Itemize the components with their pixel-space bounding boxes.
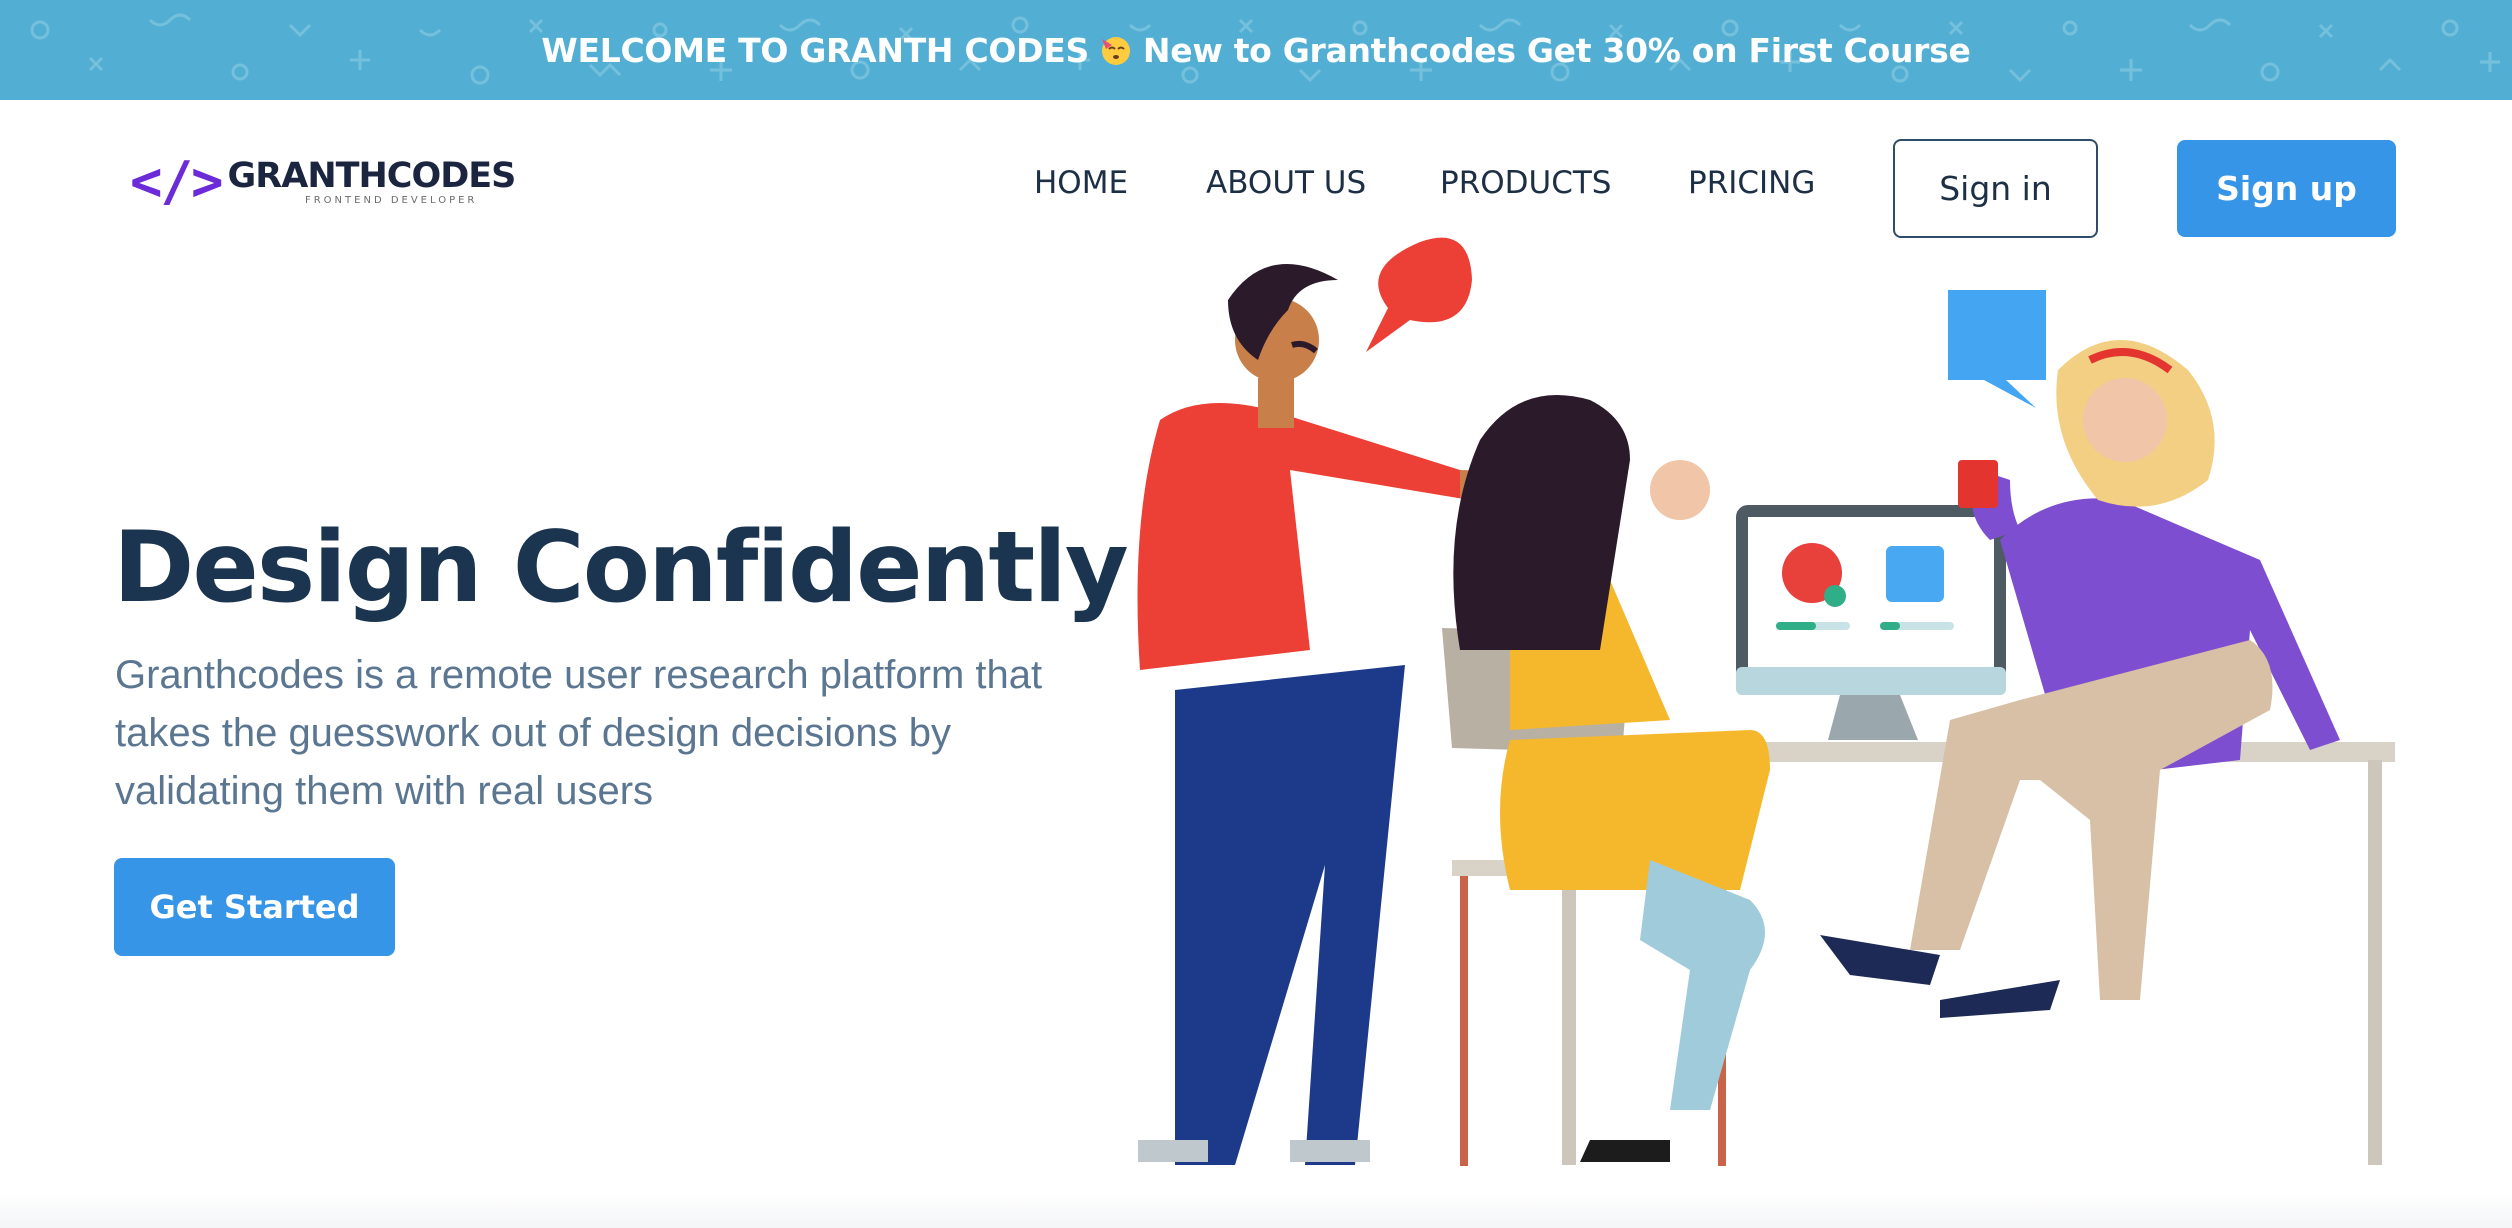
nav-products[interactable]: PRODUCTS bbox=[1440, 165, 1611, 201]
team-collaboration-illustration bbox=[1137, 237, 2395, 1166]
nav-home[interactable]: HOME bbox=[1034, 165, 1128, 201]
brand-logo[interactable]: </> GRANTHCODES FRONTEND DEVELOPER bbox=[130, 150, 516, 213]
monitor bbox=[1736, 505, 2006, 740]
nav-pricing[interactable]: PRICING bbox=[1688, 165, 1815, 201]
logo-tagline: FRONTEND DEVELOPER bbox=[304, 194, 478, 206]
standing-man bbox=[1137, 264, 1498, 1165]
hero-description: Granthcodes is a remote user research pl… bbox=[115, 653, 1043, 813]
logo-text: GRANTHCODES FRONTEND DEVELOPER bbox=[227, 155, 517, 206]
seated-woman bbox=[1442, 395, 1770, 1166]
announcement-text: WELCOME TO GRANTH CODES New to Granthcod… bbox=[541, 31, 1970, 70]
announcement-bar: WELCOME TO GRANTH CODES New to Granthcod… bbox=[0, 0, 2512, 100]
code-brackets-icon: </> bbox=[130, 150, 224, 213]
blue-speech-bubble bbox=[1948, 290, 2046, 408]
party-face-icon bbox=[1101, 37, 1130, 65]
hero-title: Design Confidently bbox=[113, 511, 1129, 625]
get-started-button[interactable]: Get Started bbox=[114, 858, 395, 956]
nav-about-us[interactable]: ABOUT US bbox=[1206, 165, 1366, 201]
section-divider bbox=[0, 1192, 2512, 1228]
logo-name: GRANTHCODES bbox=[227, 155, 517, 196]
sign-up-button[interactable]: Sign up bbox=[2177, 140, 2396, 237]
red-speech-bubble bbox=[1366, 237, 1472, 352]
announcement-offer: New to Granthcodes Get 30% on First Cour… bbox=[1142, 30, 1971, 70]
sign-in-button[interactable]: Sign in bbox=[1893, 139, 2098, 238]
announcement-welcome: WELCOME TO GRANTH CODES bbox=[541, 30, 1089, 70]
